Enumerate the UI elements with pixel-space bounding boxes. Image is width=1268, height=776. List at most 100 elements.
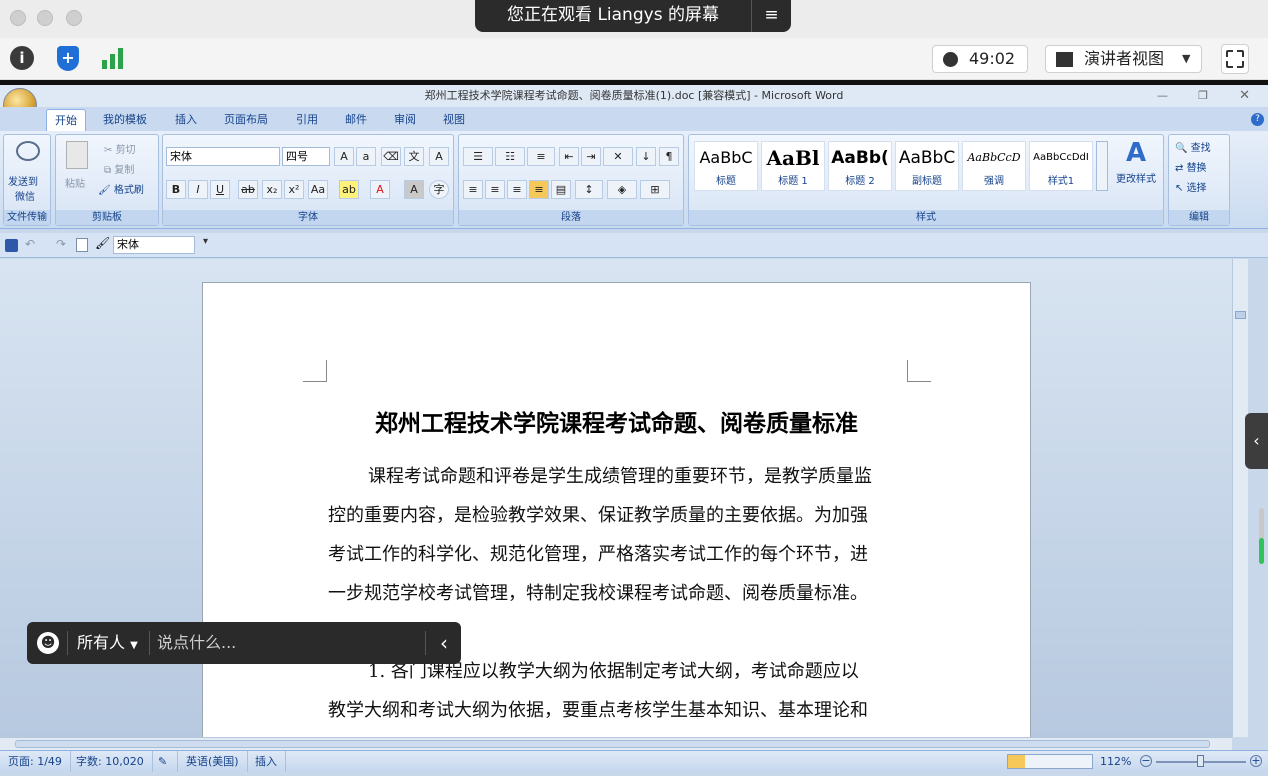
phonetic-guide-icon[interactable]: 文 <box>404 147 424 166</box>
paste-label[interactable]: 粘贴 <box>65 175 85 190</box>
print-layout-icon[interactable] <box>1008 755 1025 768</box>
side-panel-toggle[interactable]: ‹ <box>1245 413 1268 469</box>
clear-format-icon[interactable]: ⌫ <box>381 147 401 166</box>
style-heading-1[interactable]: AaBl 标题 1 <box>761 141 825 191</box>
doc-line-6[interactable]: 教学大纲和考试大纲为依据，要重点考核学生基本知识、基本理论和 <box>328 692 908 732</box>
insert-mode[interactable]: 插入 <box>247 751 286 772</box>
zoom-window-button[interactable] <box>66 10 82 26</box>
select-button[interactable]: ↖ 选择 <box>1175 179 1207 194</box>
undo-icon[interactable]: ↶ <box>25 237 35 251</box>
shading-icon[interactable]: ◈ <box>607 180 637 199</box>
tab-view[interactable]: 视图 <box>435 109 473 131</box>
scroll-thumb[interactable] <box>1235 311 1246 319</box>
styles-scroll[interactable] <box>1096 141 1108 191</box>
minimize-window-button[interactable] <box>37 10 53 26</box>
doc-line-2[interactable]: 控的重要内容，是检验教学效果、保证教学质量的主要依据。为加强 <box>328 497 908 537</box>
char-shading-icon[interactable]: A <box>404 180 424 199</box>
italic-icon[interactable]: I <box>188 180 208 199</box>
tab-mailings[interactable]: 邮件 <box>337 109 375 131</box>
word-minimize-icon[interactable]: — <box>1157 85 1168 107</box>
word-count[interactable]: 字数: 10,020 <box>68 751 153 772</box>
page-count[interactable]: 页面: 1/49 <box>0 751 71 772</box>
document-title[interactable]: 郑州工程技术学院课程考试命题、阅卷质量标准 <box>202 404 1031 438</box>
doc-line-3[interactable]: 考试工作的科学化、规范化管理，严格落实考试工作的每个环节，进 <box>328 536 908 576</box>
find-button[interactable]: 🔍 查找 <box>1175 139 1211 154</box>
doc-line-1[interactable]: 课程考试命题和评卷是学生成绩管理的重要环节，是教学质量监 <box>368 458 913 498</box>
borders-icon[interactable]: ⊞ <box>640 180 670 199</box>
font-color-icon[interactable]: A <box>370 180 390 199</box>
show-marks-icon[interactable]: ¶ <box>659 147 679 166</box>
sort-icon[interactable]: ↓ <box>636 147 656 166</box>
qat-font-combo[interactable]: 宋体 <box>113 236 195 254</box>
style-emphasis[interactable]: AaBbCcD 强调 <box>962 141 1026 191</box>
audience-select[interactable]: 所有人 ▼ <box>77 622 138 664</box>
style-heading-2[interactable]: AaBb( 标题 2 <box>828 141 892 191</box>
horizontal-scrollbar[interactable] <box>0 737 1232 750</box>
zoom-slider-thumb[interactable] <box>1197 755 1204 767</box>
style-custom-1[interactable]: AaBbCcDdI 样式1 <box>1029 141 1093 191</box>
view-buttons[interactable] <box>1007 754 1093 769</box>
align-center-icon[interactable]: ≡ <box>485 180 505 199</box>
wechat-label[interactable]: 微信 <box>15 188 35 203</box>
tab-home[interactable]: 开始 <box>46 109 86 131</box>
proofing-icon[interactable]: ✎ <box>150 751 178 772</box>
change-case-icon[interactable]: Aa <box>308 180 328 199</box>
collapse-chat-icon[interactable]: ‹ <box>435 622 453 664</box>
close-window-button[interactable] <box>10 10 26 26</box>
tab-my-templates[interactable]: 我的模板 <box>95 109 155 131</box>
chat-input[interactable]: 说点什么... <box>157 622 425 664</box>
bold-icon[interactable]: B <box>166 180 186 199</box>
zoom-out-icon[interactable]: − <box>1140 755 1152 767</box>
paste-icon[interactable] <box>66 141 88 169</box>
print-preview-icon[interactable] <box>76 238 88 252</box>
grow-font-icon[interactable]: A <box>334 147 354 166</box>
word-restore-icon[interactable]: ❐ <box>1198 85 1208 107</box>
help-icon[interactable]: ? <box>1251 113 1264 126</box>
replace-button[interactable]: ⇄ 替换 <box>1175 159 1207 174</box>
security-shield-icon[interactable]: + <box>57 46 79 71</box>
align-left-icon[interactable]: ≡ <box>463 180 483 199</box>
increase-indent-icon[interactable]: ⇥ <box>581 147 601 166</box>
style-subtitle[interactable]: AaBbC 副标题 <box>895 141 959 191</box>
underline-icon[interactable]: U <box>210 180 230 199</box>
tab-review[interactable]: 审阅 <box>386 109 424 131</box>
signal-strength-icon[interactable] <box>102 48 126 70</box>
h-scroll-thumb[interactable] <box>15 740 1210 748</box>
emoji-icon[interactable]: ☻ <box>37 632 59 654</box>
decrease-indent-icon[interactable]: ⇤ <box>559 147 579 166</box>
strikethrough-icon[interactable]: ab <box>238 180 258 199</box>
numbering-icon[interactable]: ☷ <box>495 147 525 166</box>
copy-button[interactable]: ⧉ 复制 <box>104 161 134 176</box>
align-right-icon[interactable]: ≡ <box>507 180 527 199</box>
cut-button[interactable]: ✂ 剪切 <box>104 141 136 156</box>
word-close-icon[interactable]: ✕ <box>1239 85 1250 107</box>
superscript-icon[interactable]: x² <box>284 180 304 199</box>
wechat-icon[interactable] <box>16 141 40 161</box>
subscript-icon[interactable]: x₂ <box>262 180 282 199</box>
distributed-icon[interactable]: ▤ <box>551 180 571 199</box>
save-icon[interactable] <box>5 239 18 252</box>
language[interactable]: 英语(美国) <box>178 751 248 772</box>
bullets-icon[interactable]: ☰ <box>463 147 493 166</box>
presenter-view-dropdown[interactable]: 演讲者视图 ▼ <box>1045 45 1202 73</box>
tab-page-layout[interactable]: 页面布局 <box>216 109 276 131</box>
doc-line-4[interactable]: 一步规范学校考试管理，特制定我校课程考试命题、阅卷质量标准。 <box>328 575 908 615</box>
highlight-icon[interactable]: ab <box>339 180 359 199</box>
font-size-combo[interactable]: 四号 <box>282 147 330 166</box>
zoom-level[interactable]: 112% <box>1100 751 1131 772</box>
customize-qat-icon[interactable]: ▾ <box>203 236 208 247</box>
info-icon[interactable]: i <box>10 46 34 70</box>
line-spacing-icon[interactable]: ↕ <box>575 180 603 199</box>
send-to-label[interactable]: 发送到 <box>8 173 38 188</box>
zoom-in-icon[interactable]: + <box>1250 755 1262 767</box>
font-name-combo[interactable]: 宋体 <box>166 147 280 166</box>
justify-icon[interactable]: ≡ <box>529 180 549 199</box>
redo-icon[interactable]: ↷ <box>56 237 66 251</box>
vertical-scrollbar[interactable] <box>1232 259 1248 737</box>
tab-references[interactable]: 引用 <box>288 109 326 131</box>
multilevel-list-icon[interactable]: ≡ <box>527 147 555 166</box>
format-painter-button[interactable]: 🖌 格式刷 <box>98 181 144 196</box>
shrink-font-icon[interactable]: a <box>356 147 376 166</box>
share-menu-icon[interactable]: ≡ <box>751 0 791 32</box>
style-title[interactable]: AaBbC 标题 <box>694 141 758 191</box>
